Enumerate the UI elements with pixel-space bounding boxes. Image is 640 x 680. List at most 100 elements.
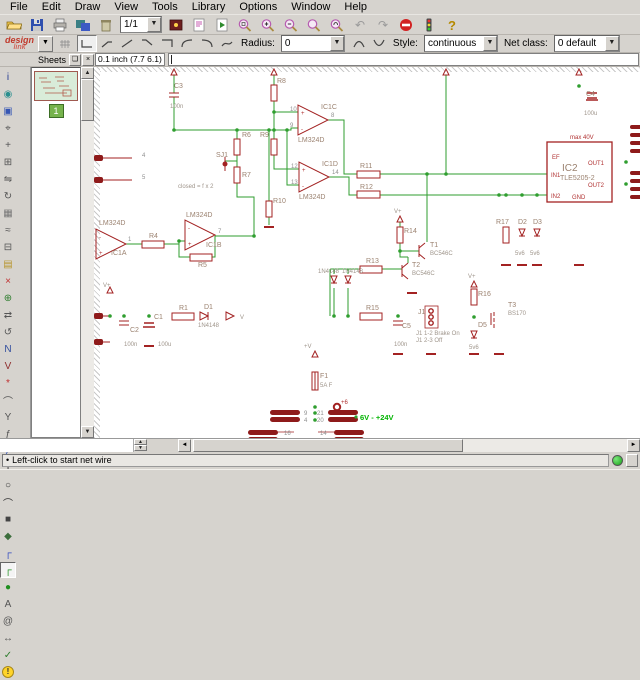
tool-add-button[interactable]: ⊕ (0, 290, 16, 306)
menu-draw[interactable]: Draw (68, 1, 108, 14)
bend-diagonal-button[interactable] (117, 35, 137, 52)
scroll-thumb[interactable] (81, 79, 94, 121)
tool-mirror-button[interactable]: ⇋ (0, 171, 16, 187)
tool-smash-button[interactable]: * (0, 375, 16, 391)
tool-mark-button[interactable]: ⌖ (0, 120, 16, 136)
redo-button[interactable]: ↷ (372, 15, 394, 34)
bend-angle-right-button[interactable] (137, 35, 157, 52)
tool-errors-button[interactable]: ! (0, 664, 16, 680)
tool-net-button[interactable]: ┌ (0, 562, 16, 578)
arc-down-button[interactable] (349, 35, 369, 52)
sheet-number-badge[interactable]: 1 (49, 104, 64, 118)
use-button[interactable] (165, 15, 187, 34)
save-button[interactable] (26, 15, 48, 34)
panel-float-icon[interactable]: ❏ (69, 54, 81, 66)
tool-group-button[interactable]: ▦ (0, 205, 16, 221)
chevron-down-icon[interactable]: ▼ (147, 17, 161, 32)
sheet-list[interactable]: 1 (31, 67, 81, 438)
menu-help[interactable]: Help (337, 1, 374, 14)
layers-button[interactable] (418, 15, 440, 34)
bend-arc-left-button[interactable] (177, 35, 197, 52)
bend-corner-right-button[interactable] (157, 35, 177, 52)
panel-close-icon[interactable]: × (82, 54, 94, 66)
open-button[interactable] (3, 15, 25, 34)
tool-cut-button[interactable]: ⊟ (0, 239, 16, 255)
stop-button[interactable] (395, 15, 417, 34)
chevron-down-icon[interactable]: ▼ (483, 36, 497, 51)
tool-name-button[interactable]: N (0, 341, 16, 357)
arc-up-button[interactable] (369, 35, 389, 52)
tool-delete-button[interactable]: × (0, 273, 16, 289)
undo-button[interactable]: ↶ (349, 15, 371, 34)
tool-polygon-button[interactable]: ◆ (0, 528, 16, 544)
bend-s-curve-button[interactable] (217, 35, 237, 52)
schematic-label: T1 (430, 242, 438, 249)
run-button[interactable] (211, 15, 233, 34)
tool-copy-button[interactable]: ⊞ (0, 154, 16, 170)
help-button[interactable]: ? (441, 15, 463, 34)
scroll-track[interactable] (81, 79, 94, 426)
tool-rotate-button[interactable]: ↻ (0, 188, 16, 204)
tool-value-button[interactable]: V (0, 358, 16, 374)
netclass-combo[interactable]: 0 default▼ (554, 35, 620, 52)
zoom-in-button[interactable] (257, 15, 279, 34)
hscroll-track[interactable] (191, 439, 627, 452)
menu-window[interactable]: Window (284, 1, 337, 14)
scroll-left-icon[interactable]: ◄ (178, 439, 191, 452)
scroll-right-icon[interactable]: ► (627, 439, 640, 452)
style-combo[interactable]: continuous▼ (424, 35, 498, 52)
tool-miter-button[interactable]: ⌒ (0, 392, 16, 408)
bend-angle-left-button[interactable] (97, 35, 117, 52)
tool-pinswap-button[interactable]: ⇄ (0, 307, 16, 323)
tool-gateswap-button[interactable]: ↺ (0, 324, 16, 340)
bend-corner-left-button[interactable] (77, 35, 97, 52)
designlink-dropdown[interactable]: ▼ (38, 36, 53, 52)
tool-move-button[interactable]: + (0, 137, 16, 153)
tool-show-button[interactable]: ◉ (0, 86, 16, 102)
library-button[interactable] (95, 15, 117, 34)
tool-dimension-button[interactable]: ↔ (0, 630, 16, 646)
tool-paste-button[interactable]: ▤ (0, 256, 16, 272)
pan-down-icon[interactable]: ▼ (134, 445, 147, 451)
tool-bus-button[interactable]: ┌ (0, 545, 16, 561)
menu-file[interactable]: File (3, 1, 35, 14)
tool-rect-button[interactable]: ■ (0, 511, 16, 527)
tool-info-button[interactable]: i (0, 69, 16, 85)
schematic-label: +V (304, 344, 312, 350)
tool-arc-button[interactable]: ⌒ (0, 494, 16, 510)
tool-change-button[interactable]: ≈ (0, 222, 16, 238)
board-button[interactable] (72, 15, 94, 34)
sheet-thumbnail[interactable] (34, 71, 78, 101)
chevron-down-icon[interactable]: ▼ (605, 36, 619, 51)
menu-tools[interactable]: Tools (145, 1, 185, 14)
tool-erc-button[interactable]: ✓ (0, 647, 16, 663)
tool-split-button[interactable]: Y (0, 409, 16, 425)
zoom-fit-button[interactable] (234, 15, 256, 34)
command-input[interactable] (168, 53, 639, 66)
scroll-up-icon[interactable]: ▲ (81, 67, 94, 79)
schematic-canvas[interactable]: C3100nR8IC1CLM324D8109IC1DLM324D141213R6… (94, 67, 640, 438)
tool-display-button[interactable]: ▣ (0, 103, 16, 119)
menu-options[interactable]: Options (232, 1, 284, 14)
schematic-label: J1 (418, 309, 426, 316)
grid-icon[interactable] (55, 35, 75, 52)
script-button[interactable] (188, 15, 210, 34)
tool-attribute-button[interactable]: @ (0, 613, 16, 629)
sheet-selector-combo[interactable]: 1/1▼ (120, 16, 162, 33)
bend-arc-right-button[interactable] (197, 35, 217, 52)
menu-library[interactable]: Library (185, 1, 233, 14)
hscroll-thumb[interactable] (193, 439, 463, 452)
radius-combo[interactable]: 0▼ (281, 35, 345, 52)
menu-edit[interactable]: Edit (35, 1, 68, 14)
scroll-down-icon[interactable]: ▼ (81, 426, 94, 438)
print-button[interactable] (49, 15, 71, 34)
zoom-redraw-button[interactable] (326, 15, 348, 34)
tool-label-button[interactable]: A (0, 596, 16, 612)
tool-junction-button[interactable]: ● (0, 579, 16, 595)
menu-view[interactable]: View (107, 1, 145, 14)
zoom-out-button[interactable] (280, 15, 302, 34)
sheets-scrollbar[interactable]: ▲ ▼ (81, 67, 94, 438)
chevron-down-icon[interactable]: ▼ (330, 36, 344, 51)
pan-updown[interactable]: ▲ ▼ (134, 439, 148, 452)
zoom-select-button[interactable] (303, 15, 325, 34)
